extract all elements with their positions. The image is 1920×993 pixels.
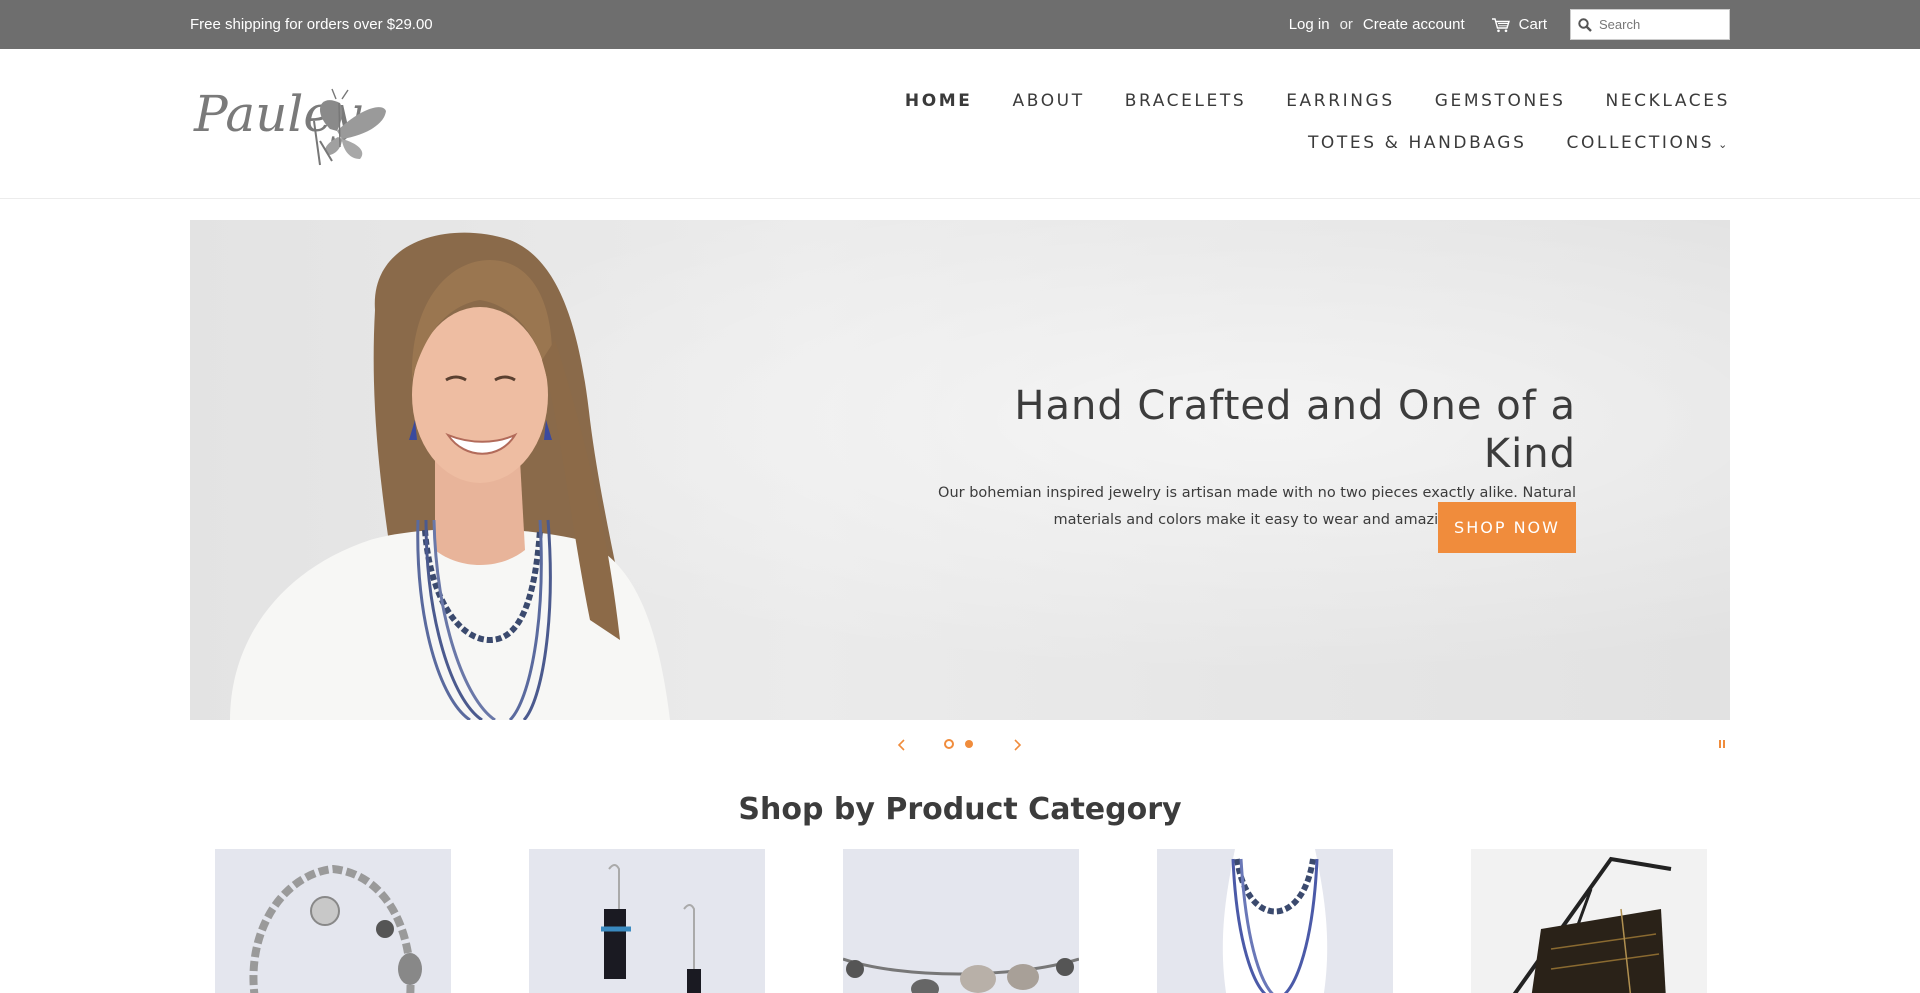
hero-model-image <box>230 232 670 720</box>
necklaces-image <box>1222 849 1328 993</box>
hero-title: Hand Crafted and One of a Kind <box>1014 383 1576 477</box>
slide-dot-1[interactable] <box>944 739 954 749</box>
site-logo[interactable]: Pauley <box>192 81 392 171</box>
announcement-bar: Free shipping for orders over $29.00 Log… <box>0 0 1920 49</box>
nav-item-gemstones[interactable]: GEMSTONES <box>1435 89 1566 131</box>
chevron-down-icon: ⌄ <box>1718 138 1730 151</box>
free-shipping-text: Free shipping for orders over $29.00 <box>190 16 433 33</box>
nav-item-about[interactable]: ABOUT <box>1013 89 1085 131</box>
gemstones-image <box>843 957 1079 993</box>
nav-item-necklaces[interactable]: NECKLACES <box>1606 89 1730 131</box>
chevron-left-icon[interactable] <box>893 735 911 755</box>
earrings-image <box>601 864 701 993</box>
cart-icon <box>1491 17 1510 32</box>
category-section-title: Shop by Product Category <box>738 792 1182 827</box>
nav-item-home[interactable]: HOME <box>905 89 973 131</box>
main-nav: HOME ABOUT BRACELETS EARRINGS GEMSTONES … <box>630 89 1730 173</box>
nav-item-bracelets[interactable]: BRACELETS <box>1125 89 1247 131</box>
nav-item-collections-label: COLLECTIONS <box>1566 133 1715 153</box>
slideshow-controls <box>0 733 1920 759</box>
or-text: or <box>1339 16 1353 33</box>
search-input[interactable] <box>1599 17 1719 32</box>
category-grid <box>0 849 1920 993</box>
category-card-bracelets[interactable] <box>215 849 451 993</box>
category-card-gemstones[interactable] <box>843 849 1079 993</box>
hero-slideshow: Hand Crafted and One of a Kind Our bohem… <box>190 220 1730 720</box>
site-header: Pauley HOME ABOUT BRACELETS EARRINGS GEM… <box>0 49 1920 199</box>
nav-item-collections[interactable]: COLLECTIONS ⌄ <box>1566 131 1730 173</box>
login-link[interactable]: Log in <box>1289 16 1330 33</box>
handbag-image <box>1512 856 1672 993</box>
shop-now-button[interactable]: SHOP NOW <box>1438 502 1576 553</box>
create-account-link[interactable]: Create account <box>1363 16 1465 33</box>
nav-item-earrings[interactable]: EARRINGS <box>1286 89 1395 131</box>
category-card-earrings[interactable] <box>529 849 765 993</box>
nav-item-totes-handbags[interactable]: TOTES & HANDBAGS <box>1308 131 1527 173</box>
cart-link[interactable]: Cart <box>1491 16 1547 33</box>
bracelet-image <box>249 864 422 993</box>
pause-icon[interactable] <box>1718 738 1726 750</box>
cart-label: Cart <box>1518 16 1547 33</box>
slide-dot-2[interactable] <box>965 740 973 748</box>
category-card-necklaces[interactable] <box>1157 849 1393 993</box>
search-icon[interactable] <box>1578 17 1592 32</box>
search-box[interactable] <box>1570 9 1730 40</box>
chevron-right-icon[interactable] <box>1008 735 1026 755</box>
pauley-logo: Pauley <box>193 85 386 166</box>
account-links: Log in or Create account Cart <box>1289 9 1730 40</box>
category-card-totes-handbags[interactable] <box>1471 849 1707 993</box>
